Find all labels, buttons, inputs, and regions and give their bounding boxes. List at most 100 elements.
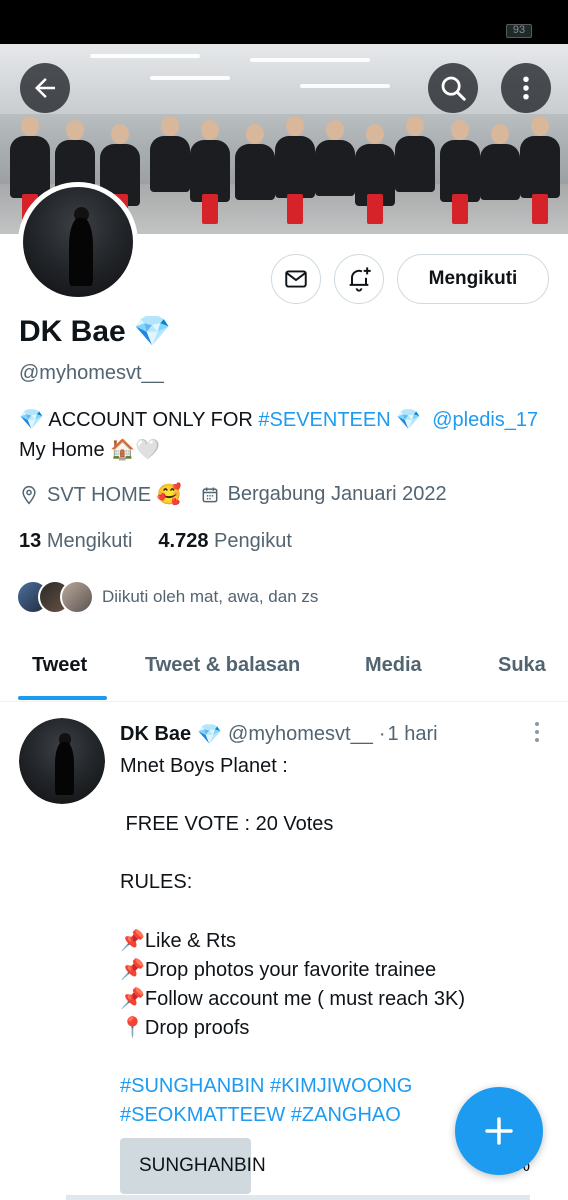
bio-text: 💎 ACCOUNT ONLY FOR [19,409,259,431]
following-label: Mengikuti [46,530,133,552]
search-button[interactable] [428,63,478,113]
profile-meta: SVT HOME 🥰 Bergabung Januari 2022 [19,482,447,507]
banner-chair [202,194,218,224]
banner-chair [452,194,468,224]
banner-figure-head [66,120,84,140]
notifications-button[interactable] [334,254,384,304]
profile-bio: 💎 ACCOUNT ONLY FOR #SEVENTEEN 💎 @pledis_… [19,405,538,465]
follow-counts: 13 Mengikuti 4.728 Pengikut [19,530,292,553]
avatar-image [23,187,133,297]
tweet-hashtags: #SUNGHANBIN #KIMJIWOONG #SEOKMATTEEW #ZA… [120,1072,412,1130]
banner-figure-head [201,120,219,140]
followed-by[interactable]: Diikuti oleh mat, awa, dan zs [16,580,318,614]
banner-light [300,84,390,88]
hashtag-link[interactable]: #KIMJIWOONG [270,1075,412,1097]
tweet-avatar[interactable] [19,718,105,804]
banner-figure-head [326,120,344,140]
tweet-header: DK Bae 💎 @myhomesvt__ · 1 hari [120,722,438,747]
dot [535,730,539,734]
banner-figure-head [246,124,264,144]
bell-plus-icon [349,267,371,292]
arrow-left-icon [35,78,55,98]
hashtag-link[interactable]: #SEOKMATTEEW [120,1104,285,1126]
join-date-text: Bergabung Januari 2022 [227,483,447,505]
mention-link[interactable]: @pledis_17 [432,409,538,431]
tweet-time[interactable]: 1 hari [388,723,438,746]
location-pin-icon [22,485,36,504]
banner-figure-head [21,116,39,136]
location: SVT HOME 🥰 [19,482,182,507]
banner-figure-head [366,124,384,144]
profile-name-text: DK Bae [19,314,126,348]
search-icon [441,76,466,101]
diamond-icon: 💎 [197,724,223,746]
plus-icon [485,1117,513,1145]
following-button[interactable]: Mengikuti [397,254,549,304]
followers-count[interactable]: 4.728 Pengikut [158,530,291,553]
banner-figure-head [286,116,304,136]
tweet-divider [66,1195,530,1200]
diamond-icon: 💎 [133,315,172,348]
tab-tweet-replies[interactable]: Tweet & balasan [145,654,300,677]
banner-light [90,54,200,58]
banner-figure-head [406,116,424,136]
dot [535,722,539,726]
banner-figure [235,144,275,200]
banner-figure [440,140,480,202]
back-button[interactable] [20,63,70,113]
more-vertical-icon [523,76,529,100]
battery-indicator: 93 [506,24,532,38]
status-bar: 93 [0,0,568,44]
avatar-image [19,718,105,804]
follower-avatar [60,580,94,614]
mail-icon [285,270,307,288]
banner-light [150,76,230,80]
separator-dot: · [378,723,386,745]
profile-avatar[interactable] [18,182,138,302]
poll-option-label: SUNGHANBIN [139,1155,266,1176]
tab-media[interactable]: Media [365,654,422,677]
bio-text: 💎 [390,409,433,431]
profile-tabs: Tweet Tweet & balasan Media Suka [0,640,568,702]
bio-line-1: 💎 ACCOUNT ONLY FOR #SEVENTEEN 💎 @pledis_… [19,405,538,435]
banner-chair [367,194,383,224]
tweet-text: Mnet Boys Planet : FREE VOTE : 20 Votes … [120,755,466,1039]
followed-by-text: Diikuti oleh mat, awa, dan zs [102,587,319,606]
banner-figure-head [111,124,129,144]
tab-tweet[interactable]: Tweet [32,654,87,677]
banner-figure [150,136,190,192]
following-count[interactable]: 13 Mengikuti [19,530,132,553]
profile-handle: @myhomesvt__ [19,362,164,384]
banner-figure-head [491,124,509,144]
tweet-author-name[interactable]: DK Bae [120,723,191,746]
tweet-author-handle[interactable]: @myhomesvt__ [228,723,373,746]
banner-ceiling [0,44,568,114]
hashtag-link[interactable]: #ZANGHAO [291,1104,401,1126]
banner-figure [395,136,435,192]
banner-figure [315,140,355,196]
compose-tweet-button[interactable] [455,1087,543,1175]
hashtag-link[interactable]: #SUNGHANBIN [120,1075,264,1097]
calendar-icon [202,487,217,502]
banner-chair [287,194,303,224]
banner-figure [10,136,50,198]
bio-line-2: My Home 🏠🤍 [19,439,160,461]
banner-light [250,58,370,62]
join-date: Bergabung Januari 2022 [200,483,447,506]
location-text: SVT HOME 🥰 [47,484,182,506]
tweet-more-button[interactable] [527,720,547,744]
followers-number: 4.728 [158,530,209,552]
banner-figure [275,136,315,198]
hashtag-link[interactable]: #SEVENTEEN [258,409,390,431]
tab-likes[interactable]: Suka [498,654,546,677]
following-number: 13 [19,530,42,552]
dot [535,738,539,742]
followers-label: Pengikut [214,530,292,552]
more-button[interactable] [501,63,551,113]
active-tab-indicator [18,696,107,700]
message-button[interactable] [271,254,321,304]
banner-figure-head [161,116,179,136]
profile-name: DK Bae 💎 [19,314,171,349]
banner-figure-head [451,120,469,140]
banner-figure [520,136,560,198]
